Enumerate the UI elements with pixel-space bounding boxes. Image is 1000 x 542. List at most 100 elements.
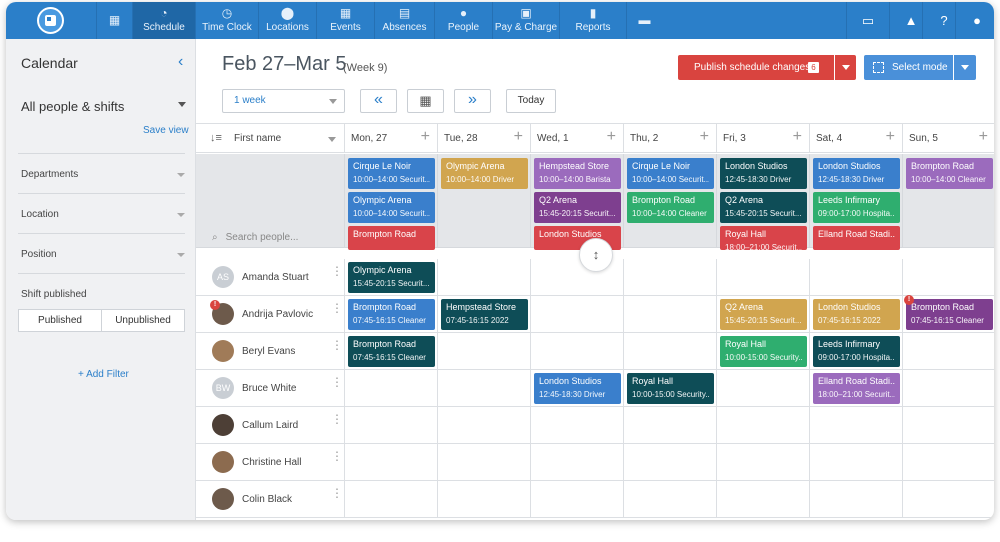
view-range-select[interactable]: 1 week xyxy=(222,89,345,113)
person-cell[interactable]: BW Bruce White ⋮ xyxy=(196,370,345,407)
filter-position[interactable]: Position xyxy=(21,249,57,260)
shift-card[interactable]: Brompton Road 07:45-16:15 Cleaner xyxy=(348,336,435,367)
open-shift-card[interactable]: Olympic Arena 10:00–14:00 Securit... xyxy=(348,192,435,223)
select-mode-button[interactable]: Select mode xyxy=(864,55,953,80)
shift-card[interactable]: London Studios 07:45-16:15 2022 xyxy=(813,299,900,330)
nav-absences[interactable]: ▤ Absences xyxy=(374,2,434,39)
schedule-cell[interactable] xyxy=(531,407,624,444)
shift-card[interactable]: Royal Hall 10:00-15:00 Security... xyxy=(720,336,807,367)
open-shift-card[interactable]: Q2 Arena 15:45-20:15 Securit... xyxy=(534,192,621,223)
person-cell[interactable]: Beryl Evans ⋮ xyxy=(196,333,345,370)
open-shift-card[interactable]: Q2 Arena 15:45-20:15 Securit... xyxy=(720,192,807,223)
schedule-cell[interactable] xyxy=(345,370,438,407)
nav-reports[interactable]: ▮ Reports xyxy=(559,2,626,39)
next-week-button[interactable]: » xyxy=(454,89,491,113)
open-shift-card[interactable]: Cirque Le Noir 10:00–14:00 Securit... xyxy=(348,158,435,189)
schedule-cell[interactable] xyxy=(438,407,531,444)
shift-card[interactable]: Brompton Road 07:45-16:15 Cleaner xyxy=(348,299,435,330)
publish-button[interactable]: Publish schedule changes 6 xyxy=(678,55,834,80)
schedule-cell[interactable] xyxy=(717,370,810,407)
person-cell[interactable]: Colin Black ⋮ xyxy=(196,481,345,518)
nav-time-clock[interactable]: ◷ Time Clock xyxy=(195,2,258,39)
schedule-cell[interactable] xyxy=(903,259,994,296)
open-shift-card[interactable]: Cirque Le Noir 10:00–14:00 Securit... xyxy=(627,158,714,189)
schedule-cell[interactable] xyxy=(717,481,810,518)
shift-card[interactable]: Hempstead Store 07:45-16:15 2022 xyxy=(441,299,528,330)
schedule-cell[interactable] xyxy=(345,407,438,444)
more-options-icon[interactable]: ⋮ xyxy=(331,487,343,499)
previous-week-button[interactable]: « xyxy=(360,89,397,113)
schedule-cell[interactable] xyxy=(624,296,717,333)
schedule-cell[interactable] xyxy=(717,407,810,444)
more-options-icon[interactable]: ⋮ xyxy=(331,302,343,314)
resize-handle-icon[interactable]: ↕ xyxy=(579,238,613,272)
schedule-cell[interactable] xyxy=(624,444,717,481)
people-filter-select[interactable]: All people & shifts xyxy=(21,99,124,114)
open-shift-card[interactable]: London Studios 12:45-18:30 Driver xyxy=(813,158,900,189)
collapse-sidebar-icon[interactable]: ‹ xyxy=(178,53,183,71)
shift-card[interactable]: Olympic Arena 15:45-20:15 Securit... xyxy=(348,262,435,293)
published-button[interactable]: Published xyxy=(19,310,102,331)
add-shift-icon[interactable]: + xyxy=(421,128,430,146)
first-name-column-header[interactable]: ↓≡ First name xyxy=(196,124,345,153)
nav-events[interactable]: ▦ Events xyxy=(316,2,374,39)
more-options-icon[interactable]: ⋮ xyxy=(331,265,343,277)
schedule-cell[interactable] xyxy=(717,259,810,296)
chevron-down-icon[interactable] xyxy=(177,213,185,217)
open-shift-card[interactable]: Brompton Road 10:00–14:00 Cleaner xyxy=(627,192,714,223)
open-shift-card[interactable]: Hempstead Store 10:00–14:00 Barista xyxy=(534,158,621,189)
person-cell[interactable]: ! Andrija Pavlovic ⋮ xyxy=(196,296,345,333)
person-cell[interactable]: Callum Laird ⋮ xyxy=(196,407,345,444)
today-button[interactable]: Today xyxy=(506,89,556,113)
add-shift-icon[interactable]: + xyxy=(514,128,523,146)
schedule-cell[interactable] xyxy=(810,444,903,481)
schedule-cell[interactable] xyxy=(531,444,624,481)
schedule-cell[interactable] xyxy=(903,333,994,370)
folder-icon[interactable]: ▬ xyxy=(626,2,662,39)
shift-card[interactable]: Brompton Road 07:45-16:15 Cleaner xyxy=(906,299,993,330)
select-mode-dropdown-button[interactable] xyxy=(954,55,976,80)
more-options-icon[interactable]: ⋮ xyxy=(331,376,343,388)
add-shift-icon[interactable]: + xyxy=(979,128,988,146)
schedule-cell[interactable] xyxy=(345,481,438,518)
schedule-cell[interactable] xyxy=(903,444,994,481)
schedule-cell[interactable] xyxy=(810,407,903,444)
search-people-input[interactable]: ⌕ Search people... xyxy=(212,232,298,243)
schedule-cell[interactable] xyxy=(624,259,717,296)
schedule-cell[interactable] xyxy=(810,481,903,518)
schedule-cell[interactable] xyxy=(531,333,624,370)
open-shift-card[interactable]: Brompton Road xyxy=(348,226,435,250)
open-shift-card[interactable]: Brompton Road 10:00–14:00 Cleaner xyxy=(906,158,993,189)
add-shift-icon[interactable]: + xyxy=(793,128,802,146)
schedule-cell[interactable] xyxy=(438,444,531,481)
nav-schedule[interactable]: ◔ Schedule xyxy=(132,2,195,39)
schedule-cell[interactable] xyxy=(624,481,717,518)
person-cell[interactable]: AS Amanda Stuart ⋮ xyxy=(196,259,345,296)
schedule-cell[interactable] xyxy=(531,296,624,333)
more-options-icon[interactable]: ⋮ xyxy=(331,413,343,425)
schedule-cell[interactable] xyxy=(345,444,438,481)
nav-pay-charge[interactable]: ▣ Pay & Charge xyxy=(492,2,559,39)
add-filter-link[interactable]: + Add Filter xyxy=(78,369,129,380)
filter-departments[interactable]: Departments xyxy=(21,169,78,180)
filter-location[interactable]: Location xyxy=(21,209,59,220)
shift-card[interactable]: Elland Road Stadi... 18:00–21:00 Securit.… xyxy=(813,373,900,404)
schedule-cell[interactable] xyxy=(438,370,531,407)
open-shift-card[interactable]: Leeds Infirmary 09:00-17:00 Hospita... xyxy=(813,192,900,223)
schedule-cell[interactable] xyxy=(810,259,903,296)
schedule-cell[interactable] xyxy=(903,481,994,518)
sort-icon[interactable]: ↓≡ xyxy=(210,132,222,144)
calendar-picker-icon[interactable]: ▦ xyxy=(407,89,444,113)
shift-card[interactable]: Q2 Arena 15:45-20:15 Securit... xyxy=(720,299,807,330)
schedule-cell[interactable] xyxy=(903,407,994,444)
open-shift-card[interactable]: Olympic Arena 10:00–14:00 Driver xyxy=(441,158,528,189)
publish-dropdown-button[interactable] xyxy=(835,55,856,80)
open-shift-card[interactable]: London Studios 12:45-18:30 Driver xyxy=(720,158,807,189)
grid-icon[interactable]: ▦ xyxy=(96,2,132,39)
schedule-cell[interactable] xyxy=(438,333,531,370)
schedule-cell[interactable] xyxy=(624,333,717,370)
shift-card[interactable]: Leeds Infirmary 09:00-17:00 Hospita... xyxy=(813,336,900,367)
chevron-down-icon[interactable] xyxy=(328,137,336,142)
schedule-cell[interactable] xyxy=(903,370,994,407)
user-icon[interactable]: ● xyxy=(955,2,994,39)
